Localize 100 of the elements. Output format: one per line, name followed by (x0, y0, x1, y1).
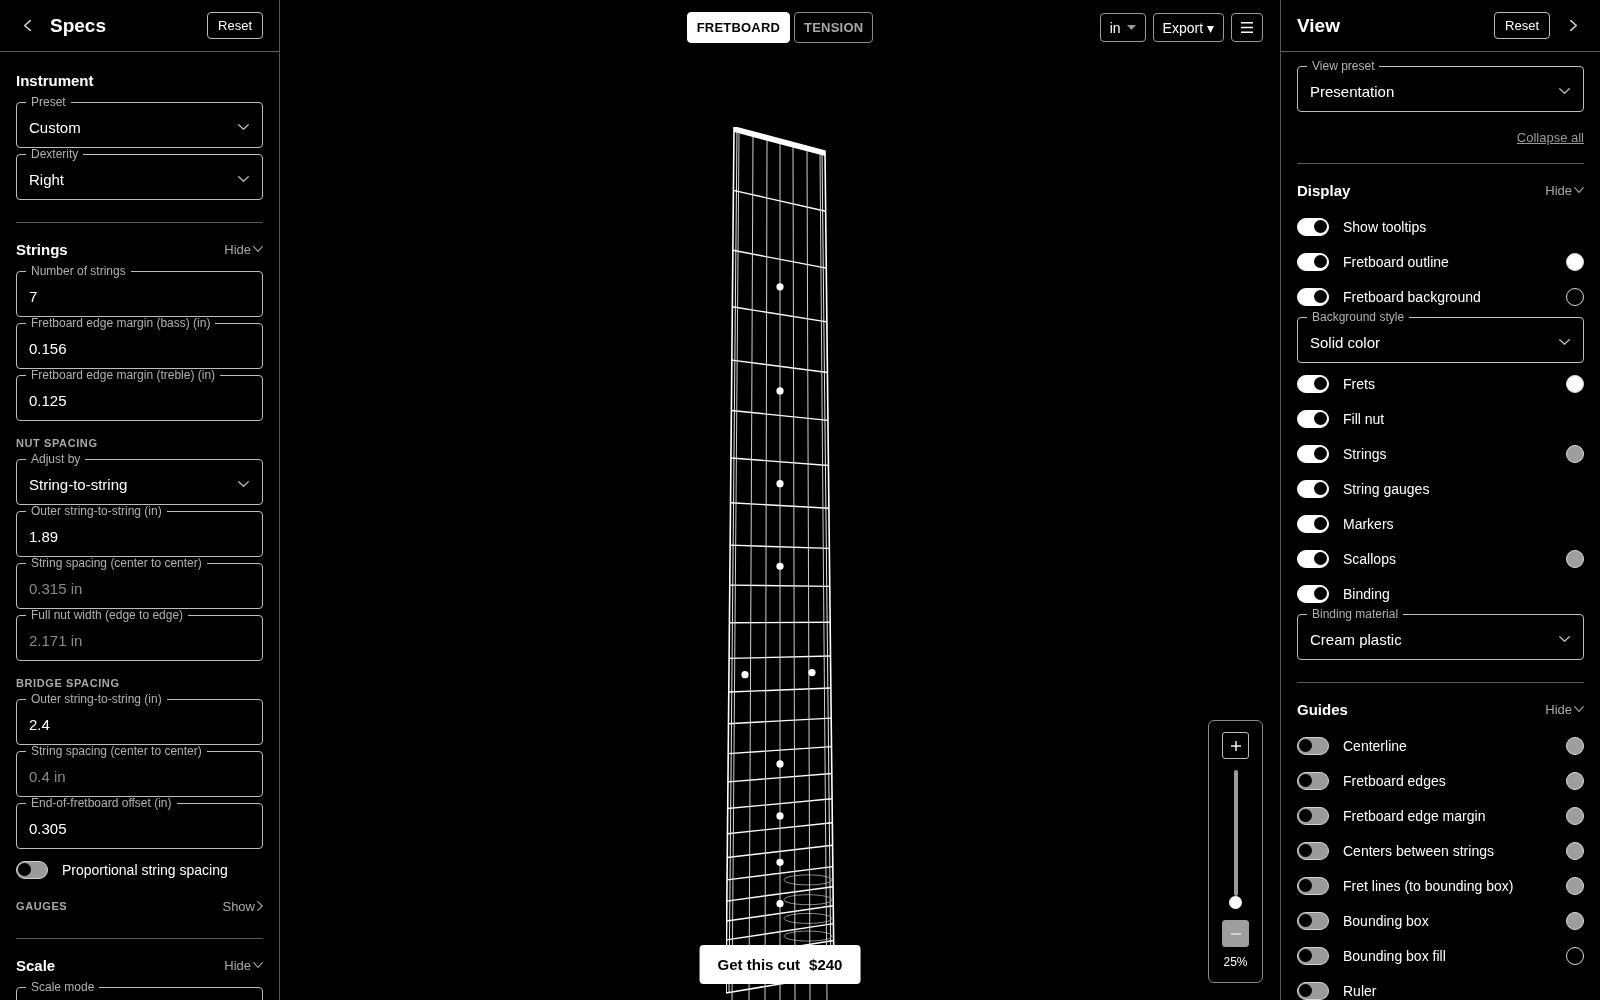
swatch-icon[interactable] (1566, 287, 1584, 306)
caret-down-icon (1126, 25, 1136, 30)
switch-label: Fretboard outline (1343, 253, 1449, 270)
switch-label: Fretboard background (1343, 288, 1481, 305)
switch-label: Strings (1343, 445, 1387, 462)
switch-label: Proportional string spacing (62, 861, 228, 878)
switch-label: Markers (1343, 515, 1394, 532)
switch-label: Show tooltips (1343, 218, 1427, 235)
panel-title: Specs (50, 13, 106, 38)
chevron-down-icon (1559, 339, 1570, 345)
field-label: Full nut width (edge to edge) (26, 609, 189, 621)
swatch-icon[interactable] (1566, 946, 1584, 965)
chevron-left-icon (23, 20, 31, 31)
field-label: Outer string-to-string (in) (26, 693, 167, 705)
section-toggle[interactable]: Hide (224, 957, 263, 973)
chevron-down-icon (1574, 187, 1584, 193)
field-label: Binding material (1307, 608, 1404, 620)
section-toggle[interactable]: Show (222, 898, 263, 914)
field-label: Dexterity (26, 148, 84, 160)
get-cut-button[interactable]: Get this cut $240 (699, 945, 861, 984)
field-label: Outer string-to-string (in) (26, 505, 167, 517)
chevron-down-icon (1574, 706, 1584, 712)
chevron-down-icon (238, 176, 249, 182)
slider-thumb[interactable] (1229, 896, 1242, 909)
zoom-in-button[interactable] (1222, 732, 1249, 759)
swatch-icon[interactable] (1566, 736, 1584, 755)
switch-label: Ruler (1343, 982, 1377, 999)
section-title: Instrument (16, 71, 94, 89)
chevron-down-icon (238, 124, 249, 130)
swatch-icon[interactable] (1566, 771, 1584, 790)
swatch-icon[interactable] (1566, 252, 1584, 271)
section-title: Scale (16, 956, 56, 974)
section-title: Display (1297, 181, 1351, 199)
field-label: Background style (1307, 311, 1410, 323)
minus-icon (1230, 932, 1241, 935)
toggle-switch[interactable] (1297, 736, 1329, 755)
switch-label: Bounding box (1343, 912, 1429, 929)
group-title: GAUGES (16, 900, 68, 912)
chevron-down-icon (1559, 88, 1570, 94)
toggle-switch[interactable] (1297, 981, 1329, 1000)
group-title: NUT SPACING (16, 437, 98, 449)
swatch-icon[interactable] (1566, 911, 1584, 930)
switch-label: Bounding box fill (1343, 947, 1446, 964)
group-title: BRIDGE SPACING (16, 677, 120, 689)
panel-title: View (1297, 13, 1340, 38)
plus-icon (1230, 740, 1241, 751)
switch-label: String gauges (1343, 480, 1430, 497)
toggle-switch[interactable] (1297, 771, 1329, 790)
swatch-icon[interactable] (1566, 374, 1584, 393)
reset-button[interactable]: Reset (207, 12, 263, 39)
chevron-right-icon (1569, 20, 1577, 31)
view-tab[interactable]: TENSION (794, 12, 874, 43)
swatch-icon[interactable] (1566, 806, 1584, 825)
field-label: Fretboard edge margin (treble) (in) (26, 369, 221, 381)
menu-button[interactable] (1231, 13, 1263, 42)
field-label: String spacing (center to center) (26, 557, 207, 569)
switch-label: Fill nut (1343, 410, 1385, 427)
switch-label: Scallops (1343, 550, 1396, 567)
switch-label: Centers between strings (1343, 842, 1494, 859)
chevron-right-icon (257, 901, 263, 911)
switch-label: Frets (1343, 375, 1375, 392)
section-toggle[interactable]: Hide (224, 241, 263, 257)
field-label: Number of strings (26, 265, 131, 277)
section-title: Strings (16, 240, 68, 258)
section-toggle[interactable]: Hide (1545, 701, 1584, 717)
field-label: Preset (26, 96, 71, 108)
chevron-down-icon (253, 962, 263, 968)
toggle-switch[interactable] (1297, 876, 1329, 895)
unit-dropdown[interactable]: in (1099, 13, 1146, 42)
switch-label: Binding (1343, 585, 1390, 602)
chevron-down-icon (238, 481, 249, 487)
field-label: String spacing (center to center) (26, 745, 207, 757)
swatch-icon[interactable] (1566, 876, 1584, 895)
switch-label: Fretboard edges (1343, 772, 1446, 789)
zoom-reading: 25% (1223, 955, 1248, 970)
field-label: View preset (1307, 60, 1380, 72)
reset-button[interactable]: Reset (1494, 12, 1550, 39)
toggle-switch[interactable] (1297, 806, 1329, 825)
view-tab[interactable]: FRETBOARD (686, 12, 791, 43)
collapse-all-link[interactable]: Collapse all (1516, 130, 1584, 145)
export-button[interactable]: Export ▾ (1152, 13, 1224, 42)
menu-icon (1241, 22, 1253, 33)
switch-label: Centerline (1343, 737, 1407, 754)
section-toggle[interactable]: Hide (1545, 182, 1584, 198)
toggle-switch[interactable] (1297, 841, 1329, 860)
chevron-down-icon (253, 246, 263, 252)
field-label: Adjust by (26, 453, 86, 465)
swatch-icon[interactable] (1566, 444, 1584, 463)
field-label: End-of-fretboard offset (in) (26, 797, 177, 809)
toggle-switch[interactable] (1297, 946, 1329, 965)
toggle-switch[interactable] (1297, 911, 1329, 930)
field-label: Scale mode (26, 981, 100, 993)
swatch-icon[interactable] (1566, 549, 1584, 568)
toggle-switch[interactable] (16, 860, 48, 879)
section-title: Guides (1297, 700, 1348, 718)
swatch-icon[interactable] (1566, 841, 1584, 860)
switch-label: Fret lines (to bounding box) (1343, 877, 1514, 894)
chevron-down-icon (1559, 636, 1570, 642)
field-label: Fretboard edge margin (bass) (in) (26, 317, 216, 329)
zoom-slider-track[interactable] (1229, 770, 1242, 909)
